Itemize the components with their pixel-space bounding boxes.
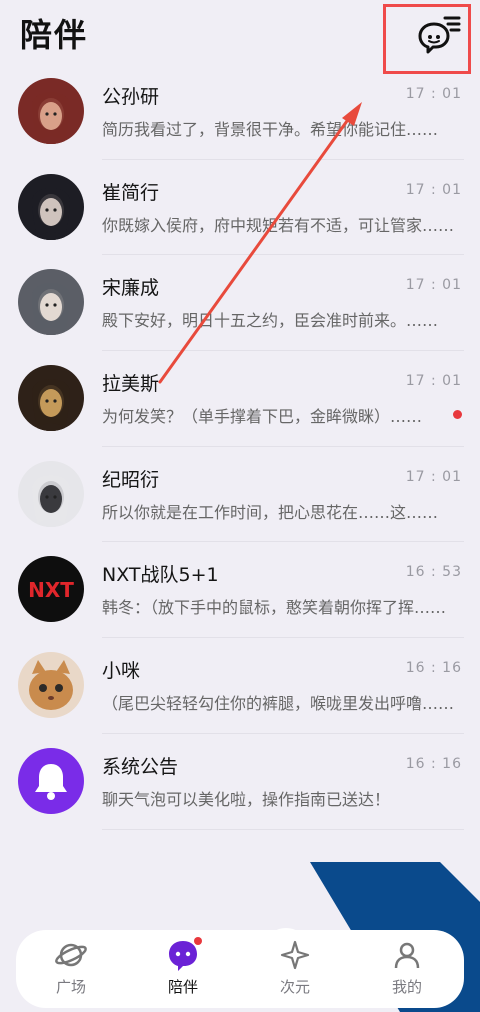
cat-avatar-icon — [18, 652, 84, 719]
conversation-item[interactable]: 公孙研 17 : 01 简历我看过了，背景很干净。希望你能记住…… — [0, 64, 480, 160]
avatar[interactable] — [18, 173, 84, 240]
nav-badge — [194, 937, 202, 945]
team-logo-icon: NXT — [18, 556, 84, 623]
bell-icon — [18, 747, 84, 814]
nav-item-square[interactable]: 广场 — [26, 938, 116, 1000]
conversation-list: 公孙研 17 : 01 简历我看过了，背景很干净。希望你能记住…… 崔简行 17 : … — [0, 64, 480, 830]
conversation-preview: 所以你就是在工作时间，把心思花在……这…… — [102, 502, 439, 522]
avatar[interactable]: NXT — [18, 556, 84, 623]
conversation-name: 小咪 — [102, 660, 141, 683]
portrait-icon — [18, 173, 84, 240]
conversation-item[interactable]: 拉美斯 17 : 01 为何发笑？（单手撑着下巴，金眸微眯）…… — [0, 351, 480, 447]
page-title: 陪伴 — [20, 16, 89, 54]
conversation-preview: （尾巴尖轻轻勾住你的裤腿，喉咙里发出呼噜…… — [102, 694, 455, 714]
portrait-icon — [18, 365, 84, 432]
divider — [102, 828, 464, 830]
conversation-preview: 你既嫁入侯府，府中规矩若有不适，可让管家…… — [102, 215, 455, 235]
conversation-name: 拉美斯 — [102, 373, 160, 396]
conversation-time: 16 : 53 — [405, 564, 462, 581]
conversation-item[interactable]: NXT NXT战队5+1 16 : 53 韩冬：（放下手中的鼠标，憨笑着朝你挥了挥…… — [0, 542, 480, 639]
portrait-icon — [18, 78, 84, 144]
avatar[interactable] — [18, 460, 84, 527]
planet-icon — [55, 943, 87, 967]
conversation-time: 17 : 01 — [405, 277, 462, 294]
conversation-name: 宋廉成 — [102, 277, 160, 300]
nav-item-profile[interactable]: 我的 — [362, 938, 452, 1000]
conversation-name: NXT战队5+1 — [102, 564, 219, 587]
conversation-item[interactable]: 宋廉成 17 : 01 殿下安好，明日十五之约，臣会准时前来。…… — [0, 255, 480, 352]
chat-menu-icon — [418, 16, 461, 54]
conversation-preview: 聊天气泡可以美化啦，操作指南已送达！ — [102, 789, 391, 809]
avatar[interactable] — [18, 365, 84, 432]
nav-label: 次元 — [279, 978, 310, 996]
conversation-item[interactable]: 系统公告 16 : 16 聊天气泡可以美化啦，操作指南已送达！ — [0, 734, 480, 830]
conversation-time: 16 : 16 — [405, 660, 462, 677]
avatar[interactable] — [18, 652, 84, 719]
conversation-preview: 殿下安好，明日十五之约，臣会准时前来。…… — [102, 311, 439, 331]
conversation-time: 17 : 01 — [405, 468, 462, 485]
conversation-item[interactable]: 纪昭衍 17 : 01 所以你就是在工作时间，把心思花在……这…… — [0, 447, 480, 543]
sparkle-icon — [280, 940, 310, 970]
bottom-nav: 广场 陪伴 次元 我的 — [16, 930, 464, 1008]
chat-menu-button[interactable] — [412, 14, 462, 54]
header: 陪伴 — [0, 0, 480, 74]
conversation-item[interactable]: 崔简行 17 : 01 你既嫁入侯府，府中规矩若有不适，可让管家…… — [0, 160, 480, 256]
portrait-icon — [18, 269, 84, 336]
avatar[interactable] — [18, 269, 84, 336]
profile-icon — [394, 942, 420, 969]
conversation-name: 崔简行 — [102, 181, 160, 204]
conversation-name: 公孙研 — [102, 86, 160, 108]
conversation-time: 17 : 01 — [405, 86, 462, 102]
conversation-name: 系统公告 — [102, 755, 179, 778]
conversation-preview: 为何发笑？（单手撑着下巴，金眸微眯）…… — [102, 407, 423, 427]
nav-item-dimension[interactable]: 次元 — [250, 938, 340, 1000]
nav-label: 我的 — [391, 978, 422, 996]
conversation-name: 纪昭衍 — [102, 468, 160, 491]
svg-text:NXT: NXT — [28, 578, 74, 602]
nav-item-companion[interactable]: 陪伴 — [138, 937, 228, 1000]
portrait-icon — [18, 460, 84, 527]
unread-dot — [453, 410, 462, 420]
conversation-preview: 简历我看过了，背景很干净。希望你能记住…… — [102, 120, 439, 139]
nav-label: 陪伴 — [167, 978, 198, 996]
conversation-time: 17 : 01 — [405, 373, 462, 390]
conversation-time: 16 : 16 — [405, 755, 462, 772]
conversation-time: 17 : 01 — [405, 181, 462, 198]
avatar[interactable] — [18, 747, 84, 814]
avatar[interactable] — [18, 78, 84, 144]
nav-label: 广场 — [55, 978, 86, 996]
conversation-preview: 韩冬：（放下手中的鼠标，憨笑着朝你挥了挥…… — [102, 598, 447, 618]
conversation-item[interactable]: 小咪 16 : 16 （尾巴尖轻轻勾住你的裤腿，喉咙里发出呼噜…… — [0, 638, 480, 734]
